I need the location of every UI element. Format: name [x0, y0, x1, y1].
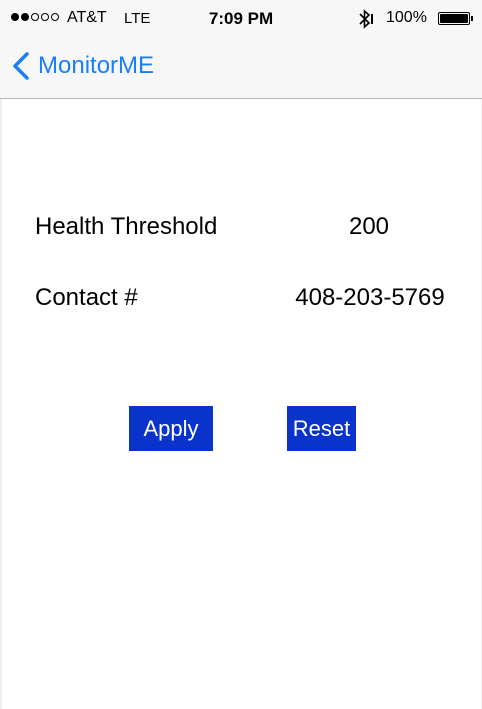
contact-number-field[interactable]: 408-203-5769 — [282, 284, 458, 312]
battery-percent: 100% — [386, 9, 427, 26]
battery-icon — [438, 12, 470, 25]
status-bar: AT&T LTE 7:09 PM 100% — [0, 0, 482, 36]
left-edge-divider — [0, 0, 2, 709]
bluetooth-icon — [359, 9, 373, 29]
contact-label: Contact # — [35, 284, 138, 311]
health-threshold-field[interactable]: 200 — [300, 213, 438, 241]
back-button-label: MonitorME — [38, 52, 155, 79]
back-button[interactable]: MonitorME — [12, 52, 154, 80]
apply-button[interactable]: Apply — [129, 406, 213, 451]
navigation-bar: MonitorME — [0, 36, 482, 99]
battery-level-fill — [440, 14, 468, 23]
battery-cap — [471, 16, 473, 21]
reset-button[interactable]: Reset — [287, 406, 356, 451]
health-threshold-label: Health Threshold — [35, 213, 218, 240]
chevron-left-icon — [13, 52, 29, 80]
